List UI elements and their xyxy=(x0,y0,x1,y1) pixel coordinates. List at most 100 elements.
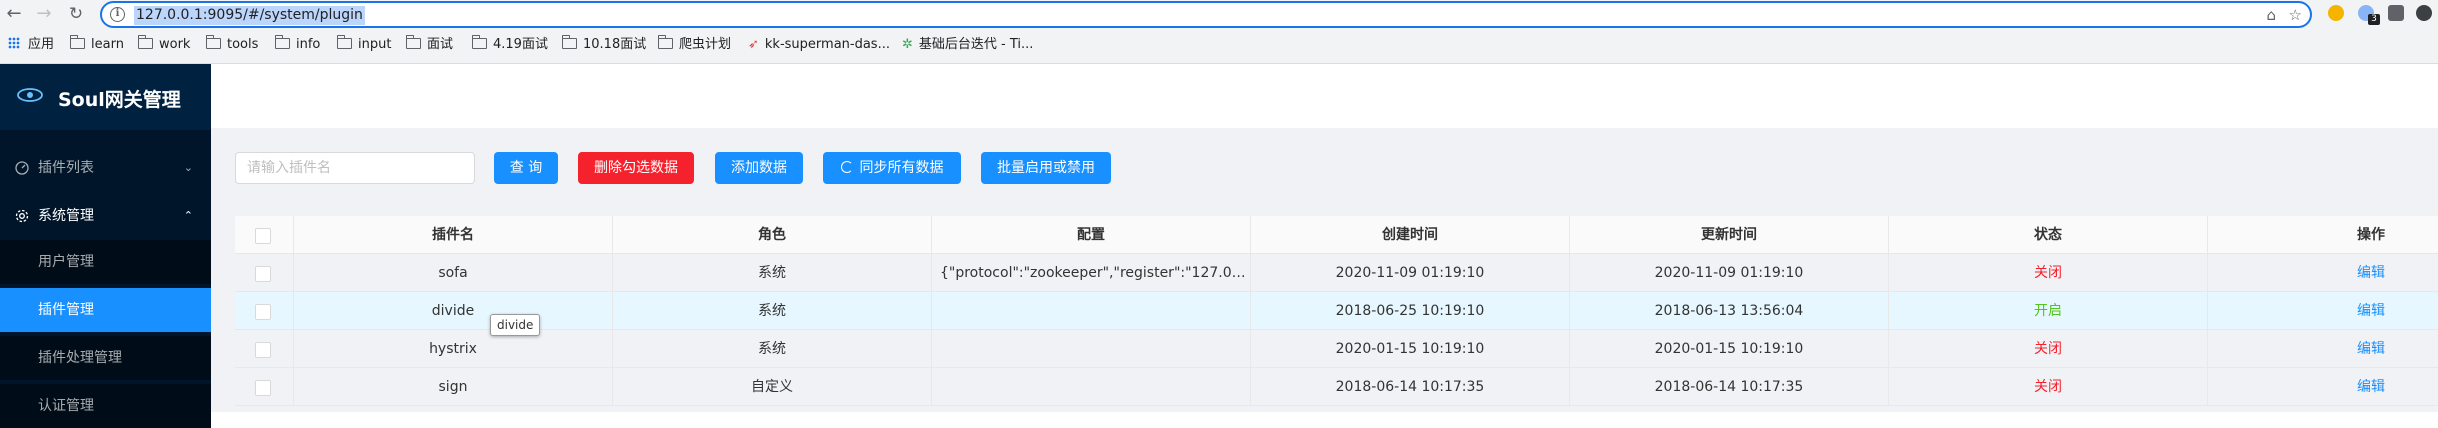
role-cell: 自定义 xyxy=(613,368,932,406)
role-cell: 系统 xyxy=(613,330,932,368)
chevron-down-icon: ⌄ xyxy=(183,161,193,174)
folder-icon xyxy=(471,35,487,49)
sync-label: 同步所有数据 xyxy=(859,160,944,176)
status-cell: 关闭 xyxy=(1889,330,2208,368)
bookmark-link[interactable]: ✲ 基础后台迭代 - Ti... xyxy=(902,35,1033,55)
address-bar[interactable]: i 127.0.0.1:9095/#/system/plugin ⌂ ☆ xyxy=(100,1,2312,28)
folder-icon xyxy=(657,35,673,49)
row-select-cell xyxy=(235,368,294,406)
created-time-cell: 2018-06-25 10:19:10 xyxy=(1251,292,1570,330)
folder-icon xyxy=(336,35,352,49)
column-header: 配置 xyxy=(932,216,1251,254)
app-logo[interactable]: Soul网关管理 xyxy=(0,64,211,130)
table-row: hystrix 系统 2020-01-15 10:19:10 2020-01-1… xyxy=(235,330,2438,368)
main-content: 查 询 删除勾选数据 添加数据 同步所有数据 批量启用或禁用 插件名 角色 配置… xyxy=(211,128,2438,412)
back-icon[interactable]: ← xyxy=(2,2,26,26)
extension-puzzle-icon[interactable] xyxy=(2388,5,2404,21)
folder-icon xyxy=(69,35,85,49)
row-checkbox[interactable] xyxy=(255,304,271,320)
column-header: 操作 xyxy=(2357,227,2385,243)
bookmark-folder[interactable]: 10.18面试 xyxy=(561,35,646,55)
bookmark-folder[interactable]: tools xyxy=(205,35,258,55)
extension-badge: 3 xyxy=(2368,14,2380,25)
status-cell: 开启 xyxy=(1889,292,2208,330)
folder-icon xyxy=(205,35,221,49)
bookmark-apps[interactable]: 应用 xyxy=(8,35,54,55)
created-time-cell: 2020-01-15 10:19:10 xyxy=(1251,330,1570,368)
sync-icon xyxy=(840,161,853,173)
config-cell xyxy=(932,292,1251,330)
column-header: 创建时间 xyxy=(1251,216,1570,254)
menu-label: 系统管理 xyxy=(38,208,94,224)
bookmark-folder[interactable]: info xyxy=(274,35,320,55)
edit-link[interactable]: 编辑 xyxy=(2357,265,2385,281)
bookmark-star-icon[interactable]: ☆ xyxy=(2289,6,2302,24)
folder-icon xyxy=(405,35,421,49)
delete-selected-button[interactable]: 删除勾选数据 xyxy=(578,152,694,184)
add-data-button[interactable]: 添加数据 xyxy=(715,152,803,184)
action-cell: 编辑 xyxy=(2208,330,2438,368)
bookmark-folder[interactable]: 面试 xyxy=(405,35,453,55)
action-cell: 编辑 xyxy=(2208,254,2438,292)
select-all-checkbox[interactable] xyxy=(255,228,271,244)
column-header: 插件名 xyxy=(294,216,613,254)
config-cell xyxy=(932,330,1251,368)
extension-cookie-icon[interactable] xyxy=(2328,5,2344,21)
site-info-icon[interactable]: i xyxy=(110,7,125,22)
bookmark-link[interactable]: ➶ kk-superman-das... xyxy=(748,35,890,55)
updated-time-cell: 2020-11-09 01:19:10 xyxy=(1570,254,1889,292)
bookmark-folder[interactable]: 爬虫计划 xyxy=(657,35,731,55)
created-time-cell: 2020-11-09 01:19:10 xyxy=(1251,254,1570,292)
sidebar-item-user-management[interactable]: 用户管理 xyxy=(0,240,211,284)
sidebar-item-auth-management[interactable]: 认证管理 xyxy=(0,384,211,428)
menu-system-management[interactable]: 系统管理 ⌃ xyxy=(0,192,211,240)
edit-link[interactable]: 编辑 xyxy=(2357,379,2385,395)
menu-plugin-list[interactable]: 插件列表 ⌄ xyxy=(0,144,211,192)
bookmark-folder[interactable]: work xyxy=(137,35,190,55)
updated-time-cell: 2018-06-13 13:56:04 xyxy=(1570,292,1889,330)
batch-toggle-button[interactable]: 批量启用或禁用 xyxy=(981,152,1111,184)
gear-icon xyxy=(15,209,29,223)
created-time-cell: 2018-06-14 10:17:35 xyxy=(1251,368,1570,406)
sidebar-item-plugin-handle-management[interactable]: 插件处理管理 xyxy=(0,336,211,380)
plugin-name-cell: sign xyxy=(294,368,613,406)
row-checkbox[interactable] xyxy=(255,342,271,358)
row-checkbox[interactable] xyxy=(255,266,271,282)
edit-link[interactable]: 编辑 xyxy=(2357,341,2385,357)
profile-avatar[interactable] xyxy=(2416,5,2432,21)
leaf-icon: ✲ xyxy=(902,37,913,52)
browser-chrome: ← → ↻ i 127.0.0.1:9095/#/system/plugin ⌂… xyxy=(0,0,2438,64)
soul-logo-icon xyxy=(17,88,43,102)
bookmark-folder[interactable]: input xyxy=(336,35,391,55)
bookmark-folder[interactable]: learn xyxy=(69,35,124,55)
translate-icon[interactable]: ⌂ xyxy=(2266,6,2276,24)
plugin-search-input[interactable] xyxy=(235,152,475,184)
table-row: sign 自定义 2018-06-14 10:17:35 2018-06-14 … xyxy=(235,368,2438,406)
url-text[interactable]: 127.0.0.1:9095/#/system/plugin xyxy=(134,6,365,25)
action-cell: 编辑 xyxy=(2208,368,2438,406)
app-title: Soul网关管理 xyxy=(58,89,181,111)
updated-time-cell: 2020-01-15 10:19:10 xyxy=(1570,330,1889,368)
top-header xyxy=(211,64,2438,128)
row-checkbox[interactable] xyxy=(255,380,271,396)
plugin-name-cell: hystrix xyxy=(294,330,613,368)
sidebar-item-plugin-management[interactable]: 插件管理 xyxy=(0,288,211,332)
rocket-icon: ➶ xyxy=(748,37,759,52)
query-button[interactable]: 查 询 xyxy=(494,152,558,184)
bookmark-folder[interactable]: 4.19面试 xyxy=(471,35,548,55)
config-cell xyxy=(932,368,1251,406)
dashboard-icon xyxy=(15,161,29,175)
forward-icon[interactable]: → xyxy=(32,2,56,26)
sync-all-button[interactable]: 同步所有数据 xyxy=(823,152,961,184)
reload-icon[interactable]: ↻ xyxy=(64,2,88,26)
menu-label: 插件列表 xyxy=(38,160,94,176)
folder-icon xyxy=(137,35,153,49)
edit-link[interactable]: 编辑 xyxy=(2357,303,2385,319)
action-cell: 编辑 xyxy=(2208,292,2438,330)
chevron-up-icon: ⌃ xyxy=(183,209,193,222)
role-cell: 系统 xyxy=(613,254,932,292)
table-header-row: 插件名 角色 配置 创建时间 更新时间 状态 操作 xyxy=(235,216,2438,254)
plugin-name-tooltip: divide xyxy=(490,314,541,336)
table-row: divide 系统 2018-06-25 10:19:10 2018-06-13… xyxy=(235,292,2438,330)
row-select-cell xyxy=(235,330,294,368)
